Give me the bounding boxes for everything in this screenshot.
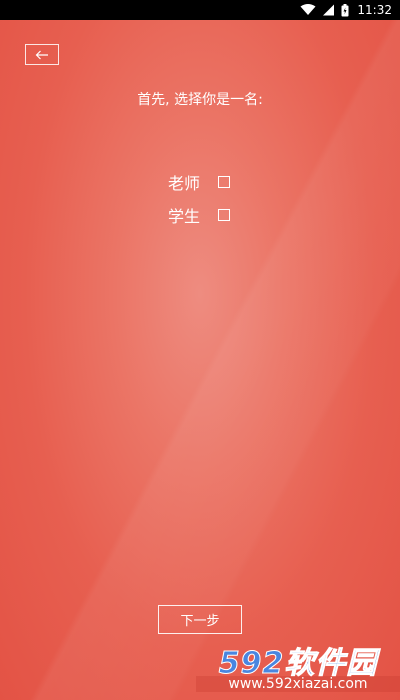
status-time: 11:32 [357, 3, 392, 17]
signal-icon [322, 4, 335, 16]
arrow-left-icon [35, 45, 49, 64]
role-prompt: 首先, 选择你是一名: [137, 92, 263, 108]
watermark-url: www.592xiazai.com [196, 676, 400, 692]
screen: 11:32 首先, 选择你是一名: 老师 学生 下一步 592软件园 www.5… [0, 0, 400, 700]
teacher-checkbox[interactable] [218, 176, 230, 188]
status-bar: 11:32 [0, 0, 400, 20]
status-icons: 11:32 [300, 0, 392, 20]
student-checkbox[interactable] [218, 209, 230, 221]
option-teacher-label: 老师 [168, 174, 201, 193]
option-teacher[interactable]: 老师 [168, 171, 230, 193]
option-student-label: 学生 [168, 207, 201, 226]
option-student[interactable]: 学生 [168, 204, 230, 226]
wifi-icon [300, 4, 316, 16]
back-button[interactable] [25, 44, 59, 65]
watermark: 592软件园 www.592xiazai.com [196, 628, 400, 700]
battery-icon [341, 3, 349, 17]
